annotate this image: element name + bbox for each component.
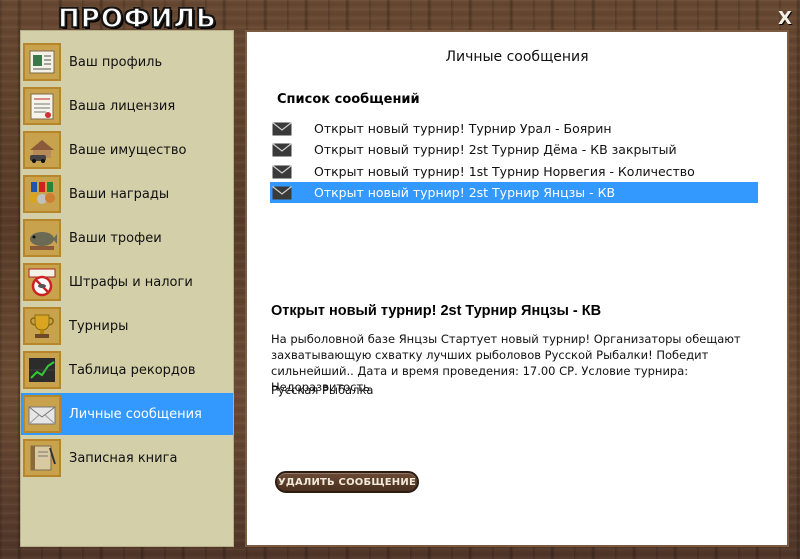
sidebar-item-records[interactable]: Таблица рекордов <box>21 349 233 391</box>
delete-message-label: УДАЛИТЬ СООБЩЕНИЕ <box>278 476 416 488</box>
message-subject: Открыт новый турнир! 2st Турнир Янцзы - … <box>314 185 616 200</box>
envelope-icon <box>272 121 292 136</box>
sidebar-item-trophies[interactable]: Ваши трофеи <box>21 217 233 259</box>
sidebar-item-label: Ваша лицензия <box>69 98 176 114</box>
license-icon <box>23 87 61 125</box>
sidebar: Ваш профиль Ваша лицензия Ваше имущество… <box>20 30 234 547</box>
message-subject: Открыт новый турнир! 2st Турнир Дёма - К… <box>314 142 677 157</box>
sidebar-item-awards[interactable]: Ваши награды <box>21 173 233 215</box>
sidebar-item-tournaments[interactable]: Турниры <box>21 305 233 347</box>
sidebar-item-label: Турниры <box>69 318 129 334</box>
sidebar-item-notebook[interactable]: Записная книга <box>21 437 233 479</box>
message-detail-signature: Русская Рыбалка <box>271 383 374 397</box>
sidebar-item-label: Ваш профиль <box>69 54 163 70</box>
trophies-icon <box>23 219 61 257</box>
sidebar-item-license[interactable]: Ваша лицензия <box>21 85 233 127</box>
sidebar-item-property[interactable]: Ваше имущество <box>21 129 233 171</box>
message-row[interactable]: Открыт новый турнир! 2st Турнир Дёма - К… <box>270 139 758 160</box>
profile-icon <box>23 43 61 81</box>
notebook-icon <box>23 439 61 477</box>
fines-icon <box>23 263 61 301</box>
message-subject: Открыт новый турнир! Турнир Урал - Бояри… <box>314 121 612 136</box>
message-row-selected[interactable]: Открыт новый турнир! 2st Турнир Янцзы - … <box>270 182 758 203</box>
sidebar-item-label: Записная книга <box>69 450 178 466</box>
envelope-icon <box>272 164 292 179</box>
sidebar-item-label: Ваше имущество <box>69 142 187 158</box>
message-list-heading: Список сообщений <box>277 92 420 107</box>
records-icon <box>23 351 61 389</box>
sidebar-item-profile[interactable]: Ваш профиль <box>21 41 233 83</box>
message-row[interactable]: Открыт новый турнир! Турнир Урал - Бояри… <box>270 118 758 139</box>
sidebar-item-label: Личные сообщения <box>69 406 202 422</box>
tournaments-icon <box>23 307 61 345</box>
property-icon <box>23 131 61 169</box>
delete-message-button[interactable]: УДАЛИТЬ СООБЩЕНИЕ <box>275 471 419 493</box>
close-icon[interactable]: X <box>776 10 794 28</box>
awards-icon <box>23 175 61 213</box>
sidebar-item-label: Ваши трофеи <box>69 230 162 246</box>
sidebar-item-label: Штрафы и налоги <box>69 274 193 290</box>
messages-panel: Личные сообщения Список сообщений Открыт… <box>245 30 789 547</box>
sidebar-item-fines[interactable]: Штрафы и налоги <box>21 261 233 303</box>
sidebar-item-messages[interactable]: Личные сообщения <box>21 393 233 435</box>
messages-icon <box>23 395 61 433</box>
envelope-icon <box>272 142 292 157</box>
message-detail-title: Открыт новый турнир! 2st Турнир Янцзы - … <box>271 303 602 319</box>
sidebar-item-label: Ваши награды <box>69 186 170 202</box>
sidebar-item-label: Таблица рекордов <box>69 362 196 378</box>
message-row[interactable]: Открыт новый турнир! 1st Турнир Норвегия… <box>270 161 758 182</box>
page-title: Личные сообщения <box>445 49 589 65</box>
message-subject: Открыт новый турнир! 1st Турнир Норвегия… <box>314 164 695 179</box>
envelope-icon <box>272 185 292 200</box>
